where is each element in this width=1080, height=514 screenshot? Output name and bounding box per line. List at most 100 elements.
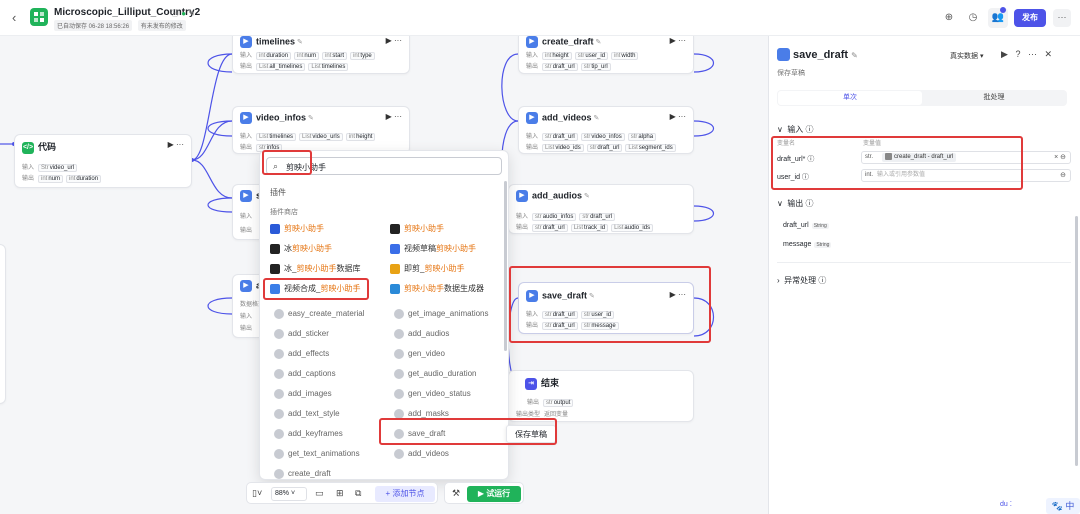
node-add-videos-actions[interactable]: ▶ ··· <box>670 112 686 121</box>
tool-item[interactable]: gen_video_status <box>394 389 471 399</box>
node-video-infos-actions[interactable]: ▶ ··· <box>386 112 402 121</box>
tool-item-save-draft[interactable]: save_draft <box>394 429 445 439</box>
tool-item[interactable]: get_text_animations <box>274 449 360 459</box>
zoom-select[interactable]: 88% ˅ <box>271 487 307 501</box>
plugin-icon: ▶ <box>240 112 252 124</box>
edit-icon[interactable]: ✎ <box>851 51 858 60</box>
popup-scrollbar[interactable] <box>504 181 507 351</box>
node-timelines-actions[interactable]: ▶ ··· <box>386 36 402 45</box>
store-item[interactable]: 视频草稿剪映小助手 <box>390 243 476 254</box>
tool-icon[interactable]: ⚒ <box>452 488 460 499</box>
exception-section-title[interactable]: › 异常处理 ⓘ <box>777 275 826 286</box>
store-item[interactable]: 剪映小助手数据生成器 <box>390 283 484 294</box>
node-end[interactable]: ⇥ 结束 输出 stroutput 输出类型 返回变量 <box>508 370 694 422</box>
node-create-draft[interactable]: ▶ create_draft ✎ ▶ ··· 输入 intheight struser_… <box>518 36 694 74</box>
store-item[interactable]: 即剪_剪映小助手 <box>390 263 464 274</box>
node-save-draft-actions[interactable]: ▶ ··· <box>670 290 686 299</box>
node-code-title: 代码 <box>38 142 57 152</box>
more-icon[interactable]: ··· <box>1053 9 1071 27</box>
mouse-icon[interactable]: ▯˅ <box>252 488 262 499</box>
node-create-draft-actions[interactable]: ▶ ··· <box>670 36 686 45</box>
draft-url-field[interactable]: str. create_draft - draft_url × ⊖ <box>861 151 1071 164</box>
clear-and-fx-icon[interactable]: × ⊖ <box>1054 152 1066 163</box>
tool-item[interactable]: add_effects <box>274 349 329 359</box>
code-icon: </> <box>22 141 34 154</box>
tool-item[interactable]: add_audios <box>394 329 449 339</box>
plugin-icon <box>270 283 280 294</box>
comment-icon[interactable]: ▭ <box>315 488 324 499</box>
store-item[interactable]: 视频合成_剪映小助手 <box>270 283 360 294</box>
help-icon[interactable]: ? <box>1015 49 1020 59</box>
node-save-draft[interactable]: ▶ save_draft ✎ ▶ ··· 输入 strdraft_url struser… <box>518 282 694 334</box>
plugin-icon <box>777 48 790 61</box>
node-end-title: 结束 <box>541 378 560 388</box>
node-save-draft-outputs: 输出 strdraft_url strmessage <box>526 320 622 330</box>
tool-item[interactable]: add_masks <box>394 409 449 419</box>
tool-item[interactable]: add_sticker <box>274 329 329 339</box>
output-section-title[interactable]: ∨ 输出 ⓘ <box>777 198 814 209</box>
tool-item[interactable]: add_videos <box>394 449 449 459</box>
tool-icon <box>274 429 284 439</box>
partial-node-left[interactable] <box>0 244 6 404</box>
minimap-icon[interactable]: ⧉ <box>355 488 361 499</box>
plugin-icon <box>270 223 280 234</box>
node-timelines[interactable]: ▶ timelines ✎ ▶ ··· 输入 intduration intnum int… <box>232 36 410 74</box>
tool-item[interactable]: add_captions <box>274 369 336 379</box>
link-icon[interactable]: ⊕ <box>942 11 956 25</box>
node-video-infos[interactable]: ▶ video_infos ✎ ▶ ··· 输入 Listtimelines Listv… <box>232 106 410 154</box>
test-run-button[interactable]: ▶ 试运行 <box>467 486 521 502</box>
divider <box>777 262 1071 263</box>
close-icon[interactable]: ✕ <box>1044 49 1052 59</box>
panel-actions: ▶ ? ··· ✕ <box>1001 49 1052 60</box>
publish-button[interactable]: 发布 <box>1014 9 1046 27</box>
store-item[interactable]: 剪映小助手 <box>270 223 324 234</box>
node-save-draft-inputs: 输入 strdraft_url struser_id <box>526 309 617 319</box>
tool-item[interactable]: easy_create_material <box>274 309 364 319</box>
edit-icon[interactable]: ✎ <box>188 9 195 18</box>
section-store: 插件商店 <box>270 209 298 216</box>
tab-batch[interactable]: 批处理 <box>922 91 1066 105</box>
more-icon[interactable]: ··· <box>1028 49 1037 59</box>
history-icon[interactable]: ◷ <box>966 11 980 25</box>
user-id-field[interactable]: int. 输入或引用参数值 ⊖ <box>861 169 1071 182</box>
panel-title: save_draft ✎ <box>793 49 858 61</box>
node-add-audios[interactable]: ▶ add_audios ✎ 输入 straudio_infos strdraft_ur… <box>508 184 694 234</box>
plugin-search-popup: ⌕ 剪映小助手 插件 插件商店 剪映小助手 剪映小助手 冰剪映小助手 视频草稿剪… <box>259 150 509 480</box>
node-code-actions[interactable]: ▶ ··· <box>168 140 184 149</box>
edit-icon: ✎ <box>308 115 314 123</box>
chevron-left-icon[interactable]: ‹ <box>12 10 16 25</box>
tool-item[interactable]: get_audio_duration <box>394 369 477 379</box>
edit-icon: ✎ <box>584 193 590 201</box>
node-add-videos[interactable]: ▶ add_videos ✎ ▶ ··· 输入 strdraft_url strvide… <box>518 106 694 154</box>
node-video-infos-inputs: 输入 Listtimelines Listvideo_urls intheight <box>240 131 378 141</box>
tool-item[interactable]: create_draft <box>274 469 331 479</box>
node-create-draft-inputs: 输入 intheight struser_id intwidth <box>526 50 641 60</box>
store-item[interactable]: 剪映小助手 <box>390 223 444 234</box>
play-icon[interactable]: ▶ <box>1001 49 1008 59</box>
plugin-icon <box>390 263 400 274</box>
reference-chip[interactable]: create_draft - draft_url <box>882 153 957 162</box>
tab-single[interactable]: 单次 <box>778 91 922 105</box>
search-input[interactable]: ⌕ 剪映小助手 <box>266 157 502 175</box>
add-node-button[interactable]: + 添加节点 <box>375 486 435 502</box>
tool-item[interactable]: add_images <box>274 389 332 399</box>
grid-icon[interactable]: ⊞ <box>336 488 344 499</box>
node-code[interactable]: </> 代码 ▶ ··· 输入 Strvideo_url 输出 intnum intdu… <box>14 134 192 188</box>
input-section-title[interactable]: ∨ 输入 ⓘ <box>777 124 814 135</box>
tool-item[interactable]: add_keyframes <box>274 429 343 439</box>
node-add-audios-title: add_audios <box>532 190 583 201</box>
tool-item[interactable]: get_image_animations <box>394 309 489 319</box>
tool-item[interactable]: gen_video <box>394 349 445 359</box>
node-add-videos-title: add_videos <box>542 112 592 123</box>
store-item[interactable]: 冰剪映小助手 <box>270 243 332 254</box>
panel-scrollbar[interactable] <box>1075 216 1078 466</box>
tool-item[interactable]: add_text_style <box>274 409 340 419</box>
ime-indicator[interactable]: 🐾 中 <box>1046 498 1080 514</box>
fx-icon[interactable]: ⊖ <box>1060 170 1066 181</box>
info-icon[interactable]: ⓘ <box>171 9 179 18</box>
tool-icon <box>274 309 284 319</box>
col-name-header: 变量名 <box>777 141 796 147</box>
test-data-select[interactable]: 真实数据 ▾ <box>950 51 983 61</box>
canvas-toolbar: ▯˅ 88% ˅ ▭ ⊞ ⧉ + 添加节点 <box>246 482 438 504</box>
store-item[interactable]: 冰_剪映小助手数据库 <box>270 263 360 274</box>
